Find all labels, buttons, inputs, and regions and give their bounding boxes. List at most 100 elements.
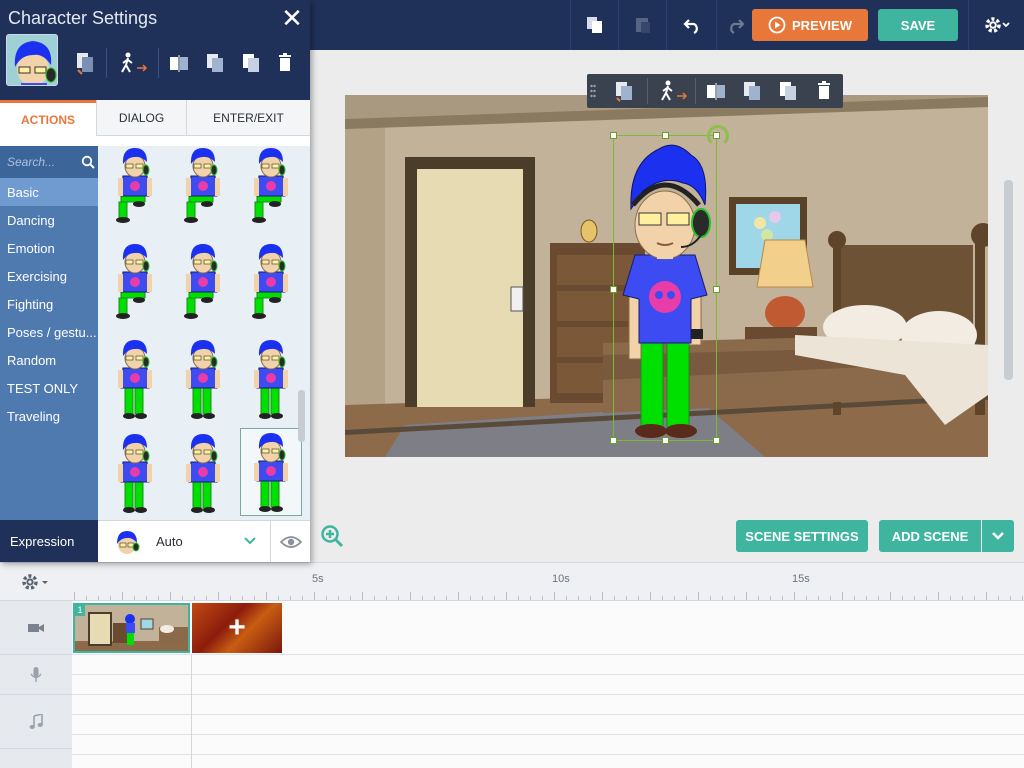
music-track-header: [0, 695, 72, 749]
pose-thumbnail[interactable]: [240, 146, 302, 230]
undo-button[interactable]: [674, 0, 710, 50]
resize-handle[interactable]: [662, 437, 669, 444]
rotate-handle-icon[interactable]: [707, 125, 729, 147]
paste-character-button[interactable]: [236, 48, 266, 78]
ruler-tick: [338, 596, 339, 600]
camera-icon: [28, 623, 44, 632]
zoom-in-icon[interactable]: [320, 524, 344, 548]
ruler-tick: [962, 596, 963, 600]
selection-box[interactable]: [610, 132, 720, 444]
pose-thumbnail[interactable]: [104, 238, 166, 326]
ruler-tick: [506, 592, 507, 600]
music-track-2[interactable]: [72, 715, 1024, 735]
resize-handle[interactable]: [713, 437, 720, 444]
ruler-tick: [242, 596, 243, 600]
tab-enter-exit[interactable]: ENTER/EXIT: [186, 100, 310, 136]
panel-tabs: ACTIONS DIALOG ENTER/EXIT: [0, 100, 310, 136]
settings-dropdown-button[interactable]: [974, 0, 1020, 50]
flip-icon: [707, 83, 725, 100]
search-icon[interactable]: [81, 155, 95, 169]
pose-thumbnail[interactable]: [104, 428, 166, 516]
save-button[interactable]: SAVE: [878, 9, 958, 41]
copy-button[interactable]: [578, 0, 612, 50]
music-track-3[interactable]: [72, 735, 1024, 755]
scene-thumbnail[interactable]: 1: [73, 603, 190, 653]
resize-handle[interactable]: [610, 286, 617, 293]
pose-thumbnail[interactable]: [172, 334, 234, 422]
copy-icon: [207, 54, 223, 72]
eye-icon: [279, 535, 302, 548]
ruler-tick: [746, 592, 747, 600]
pose-thumbnail[interactable]: [240, 334, 302, 422]
motion-path-button[interactable]: [653, 76, 693, 106]
pose-thumbnail[interactable]: [240, 238, 302, 326]
redo-button[interactable]: [722, 0, 750, 50]
character-avatar[interactable]: [6, 34, 58, 86]
tab-dialog[interactable]: DIALOG: [96, 100, 186, 136]
swap-character-icon: [616, 82, 632, 102]
category-emotion[interactable]: Emotion: [0, 234, 98, 262]
add-scene-placeholder[interactable]: +: [192, 603, 282, 653]
expression-preview-button[interactable]: [270, 520, 310, 562]
resize-handle[interactable]: [610, 132, 617, 139]
close-icon[interactable]: ✕: [278, 4, 306, 32]
paste-object-button[interactable]: [773, 76, 803, 106]
ruler-tick: [494, 596, 495, 600]
search-input[interactable]: [7, 155, 75, 169]
paste-button[interactable]: [626, 0, 660, 50]
tab-actions[interactable]: ACTIONS: [0, 100, 96, 136]
category-exercising[interactable]: Exercising: [0, 262, 98, 290]
resize-handle[interactable]: [662, 132, 669, 139]
voice-track-2[interactable]: [72, 675, 1024, 695]
category-test-only[interactable]: TEST ONLY: [0, 374, 98, 402]
pose-grid-scrollbar[interactable]: [298, 390, 305, 442]
delete-character-button[interactable]: [270, 48, 300, 78]
copy-character-button[interactable]: [200, 48, 230, 78]
pose-thumbnail[interactable]: [172, 146, 234, 230]
ruler-tick: [134, 596, 135, 600]
pose-thumbnail[interactable]: [240, 428, 302, 516]
ruler-tick: [674, 596, 675, 600]
delete-object-button[interactable]: [809, 76, 839, 106]
motion-path-button[interactable]: [112, 48, 154, 78]
pose-thumbnail[interactable]: [172, 428, 234, 516]
expression-bar: Expression Auto: [0, 520, 310, 562]
music-track-1[interactable]: [72, 695, 1024, 715]
toolbar-divider: [666, 0, 667, 50]
preview-button[interactable]: PREVIEW: [752, 9, 868, 41]
expression-select[interactable]: Auto: [98, 520, 270, 562]
resize-handle[interactable]: [610, 437, 617, 444]
category-dancing[interactable]: Dancing: [0, 206, 98, 234]
resize-handle[interactable]: [713, 286, 720, 293]
ruler-tick: [374, 596, 375, 600]
add-scene-dropdown-button[interactable]: [982, 520, 1014, 552]
drag-grip-icon[interactable]: [587, 76, 599, 106]
swap-character-button[interactable]: [70, 48, 100, 78]
flip-button[interactable]: [164, 48, 194, 78]
category-poses-gestures[interactable]: Poses / gestu...: [0, 318, 98, 346]
swap-character-button[interactable]: [609, 76, 639, 106]
add-scene-button[interactable]: ADD SCENE: [879, 520, 981, 552]
copy-object-button[interactable]: [737, 76, 767, 106]
pose-thumbnail[interactable]: [104, 146, 166, 230]
timeline-ruler[interactable]: 5s 10s 15s: [0, 563, 1024, 601]
flip-button[interactable]: [701, 76, 731, 106]
scene-settings-button[interactable]: SCENE SETTINGS: [736, 520, 868, 552]
voice-track-1[interactable]: [72, 655, 1024, 675]
extra-track[interactable]: [72, 755, 1024, 768]
search-box: [0, 146, 98, 178]
pose-thumbnail[interactable]: [172, 238, 234, 326]
category-basic[interactable]: Basic: [0, 178, 98, 206]
pose-thumbnail[interactable]: [104, 334, 166, 422]
category-traveling[interactable]: Traveling: [0, 402, 98, 430]
timeline-settings-button[interactable]: [20, 572, 52, 592]
chevron-down-icon: [992, 532, 1004, 540]
character-settings-panel: Character Settings ✕ ACTIONS DIALOG ENTE…: [0, 0, 310, 562]
tick-label-5s: 5s: [312, 573, 324, 585]
character-pose-image: [118, 434, 152, 513]
stage-vertical-scrollbar[interactable]: [1004, 180, 1013, 380]
category-random[interactable]: Random: [0, 346, 98, 374]
category-fighting[interactable]: Fighting: [0, 290, 98, 318]
ruler-tick: [566, 596, 567, 600]
scene-canvas[interactable]: [345, 95, 988, 457]
